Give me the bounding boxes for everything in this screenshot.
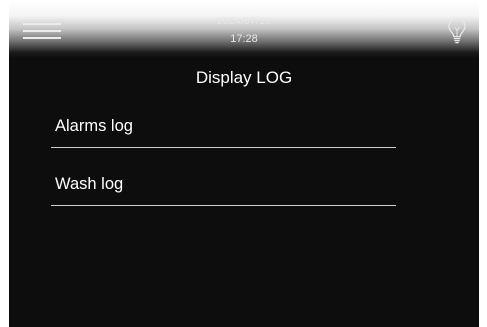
wash-log-label: Wash log <box>55 175 124 193</box>
wash-log-item[interactable]: Wash log <box>51 165 396 206</box>
status-date: 2024/07/16 <box>216 15 272 27</box>
top-status-bar: 2024/07/16 17:28 <box>9 2 479 58</box>
alarms-log-item[interactable]: Alarms log <box>51 107 396 148</box>
alarms-log-label: Alarms log <box>55 117 133 135</box>
page-title: Display LOG <box>195 68 293 87</box>
display-log-screen: 2024/07/16 17:28 Display LOG Alarms log … <box>9 2 479 327</box>
status-time: 17:28 <box>230 33 258 45</box>
lightbulb-icon[interactable] <box>446 16 468 46</box>
